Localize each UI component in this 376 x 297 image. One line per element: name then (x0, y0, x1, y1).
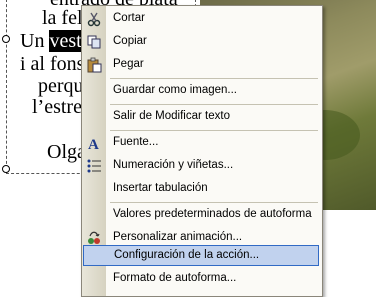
menu-item-copiar[interactable]: Copiar (82, 31, 322, 53)
slide-text-line[interactable]: Un vest (20, 30, 82, 53)
slide-text-line[interactable]: perqu (38, 75, 84, 98)
menu-item-cortar[interactable]: Cortar (82, 8, 322, 30)
menu-item-valores-predeterminados[interactable]: Valores predeterminados de autoforma (82, 204, 322, 226)
menu-separator (110, 104, 318, 105)
menu-item-label: Configuración de la acción... (114, 249, 260, 261)
menu-item-label: Fuente... (113, 136, 159, 148)
paste-icon (86, 57, 102, 73)
menu-item-label: Copiar (113, 35, 147, 47)
menu-item-formato-autoforma[interactable]: Formato de autoforma... (82, 268, 322, 290)
context-menu: Cortar Copiar Pegar Guardar como imagen.… (81, 5, 323, 297)
animation-icon (86, 230, 102, 246)
svg-text:A: A (88, 137, 99, 151)
menu-item-label: Valores predeterminados de autoforma (113, 208, 312, 220)
menu-item-label: Numeración y viñetas... (113, 159, 234, 171)
menu-item-salir-modificar-texto[interactable]: Salir de Modificar texto (82, 106, 322, 128)
menu-separator (110, 130, 318, 131)
resize-handle[interactable] (2, 35, 10, 43)
slide-text-line[interactable]: i al fons (20, 53, 84, 76)
scissors-icon (86, 11, 102, 27)
font-icon: A (86, 135, 102, 153)
menu-item-pegar[interactable]: Pegar (82, 54, 322, 76)
menu-item-configuracion-accion[interactable]: Configuración de la acción... (83, 245, 319, 266)
menu-item-label: Insertar tabulación (113, 182, 208, 194)
menu-item-label: Salir de Modificar texto (113, 110, 230, 122)
menu-item-insertar-tabulacion[interactable]: Insertar tabulación (82, 178, 322, 200)
menu-item-label: Formato de autoforma... (113, 272, 237, 284)
slide-text-line[interactable]: l’estre (32, 96, 82, 119)
menu-item-fuente[interactable]: A Fuente... (82, 132, 322, 154)
selected-text[interactable]: vest (49, 30, 82, 52)
menu-item-label: Guardar como imagen... (113, 84, 238, 96)
copy-icon (86, 34, 102, 50)
menu-item-numeracion-vinetas[interactable]: Numeración y viñetas... (82, 155, 322, 177)
slide-text-plain[interactable]: Un (20, 30, 44, 52)
menu-separator (110, 202, 318, 203)
menu-separator (110, 78, 318, 79)
menu-item-label: Pegar (113, 58, 144, 70)
resize-handle[interactable] (2, 165, 10, 173)
menu-item-label: Personalizar animación... (113, 231, 243, 243)
bullets-icon (86, 158, 102, 174)
menu-item-guardar-como-imagen[interactable]: Guardar como imagen... (82, 80, 322, 102)
menu-item-label: Cortar (113, 12, 145, 24)
